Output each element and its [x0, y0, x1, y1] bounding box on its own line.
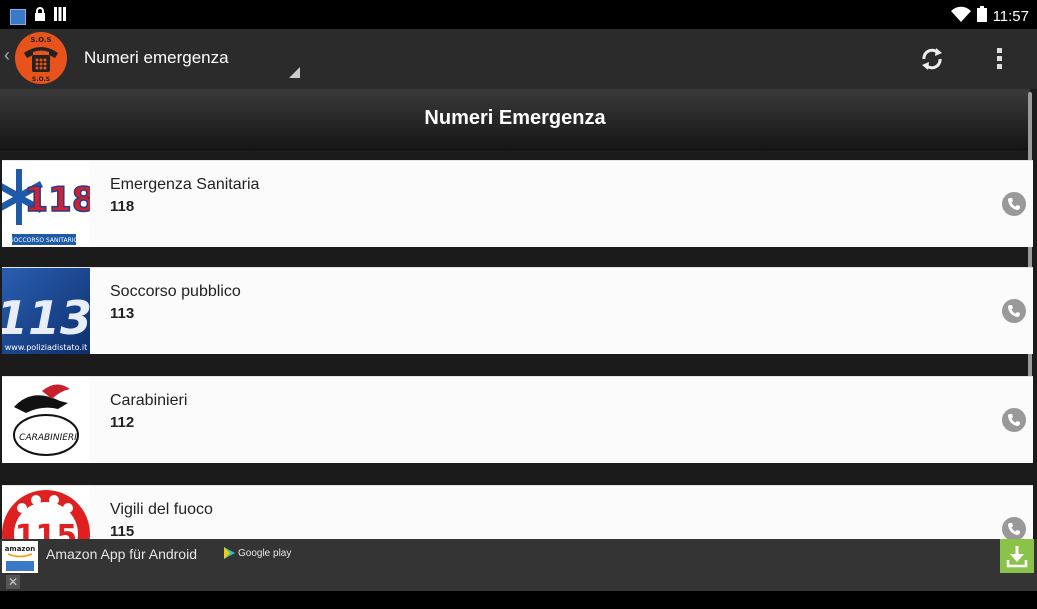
refresh-icon: [922, 48, 942, 70]
svg-text:113: 113: [2, 291, 90, 345]
spinner-dropdown-icon[interactable]: [289, 67, 300, 78]
emergency-list: 118 SOCCORSO SANITARIO Emergenza Sanitar…: [0, 149, 1033, 539]
list-item-112[interactable]: CARABINIERI Carabinieri 112: [2, 376, 1033, 463]
download-icon: [1006, 546, 1028, 568]
item-number: 115: [110, 523, 135, 539]
svg-text:118: 118: [25, 180, 90, 220]
svg-text:www.poliziadistato.it: www.poliziadistato.it: [5, 343, 87, 352]
lock-icon: [34, 7, 46, 26]
ad-banner[interactable]: amazon ✕ Amazon App für Android Google p…: [0, 539, 1037, 591]
item-name: Vigili del fuoco: [110, 501, 213, 518]
amazon-logo-icon: amazon: [2, 541, 38, 573]
action-bar: ‹ S.O.S S.O.S Numeri emergenza: [0, 29, 1037, 89]
logo-carabinieri-icon: CARABINIERI: [2, 377, 90, 463]
call-icon[interactable]: [1002, 517, 1026, 539]
wifi-icon: [950, 6, 971, 26]
list-item-115[interactable]: 115 Vigili del fuoco 115: [2, 485, 1033, 539]
item-name: Carabinieri: [110, 392, 188, 409]
item-number: 113: [110, 305, 135, 322]
google-play-label: Google play: [238, 547, 292, 559]
item-number: 112: [110, 414, 135, 431]
svg-text:115: 115: [15, 519, 78, 539]
list-item-118[interactable]: 118 SOCCORSO SANITARIO Emergenza Sanitar…: [2, 160, 1033, 247]
up-chevron-icon[interactable]: ‹: [4, 45, 10, 66]
app-notification-icon: [10, 8, 26, 25]
ad-text[interactable]: Amazon App für Android: [46, 546, 197, 562]
app-logo-sos-icon[interactable]: S.O.S S.O.S: [14, 31, 68, 85]
list-header: Numeri Emergenza: [0, 89, 1030, 150]
refresh-button[interactable]: [916, 43, 948, 75]
overflow-menu-button[interactable]: [990, 43, 1010, 75]
svg-text:S.O.S: S.O.S: [32, 76, 50, 83]
item-number: 118: [110, 198, 135, 215]
page-title: Numeri Emergenza: [424, 107, 606, 129]
svg-text:SOCCORSO SANITARIO: SOCCORSO SANITARIO: [10, 237, 79, 244]
ad-download-button[interactable]: [1000, 539, 1034, 573]
clock-time: 11:57: [992, 7, 1029, 25]
battery-icon: [976, 6, 987, 26]
status-bar: 11:57: [0, 0, 1037, 29]
ad-close-button[interactable]: ✕: [6, 575, 20, 589]
google-play-icon: [224, 547, 235, 559]
logo-118-icon: 118 SOCCORSO SANITARIO: [2, 161, 90, 247]
google-play-badge[interactable]: Google play: [222, 546, 291, 560]
navigation-spinner-title[interactable]: Numeri emergenza: [84, 48, 229, 68]
item-name: Emergenza Sanitaria: [110, 176, 260, 193]
more-vert-icon: [997, 48, 1002, 69]
storage-icon: [54, 7, 66, 26]
svg-text:CARABINIERI: CARABINIERI: [19, 433, 77, 443]
item-name: Soccorso pubblico: [110, 283, 241, 300]
call-icon[interactable]: [1002, 192, 1026, 216]
svg-text:S.O.S: S.O.S: [30, 36, 51, 44]
logo-115-icon: 115: [2, 486, 90, 539]
call-icon[interactable]: [1002, 299, 1026, 323]
call-icon[interactable]: [1002, 408, 1026, 432]
system-nav-bar: [0, 591, 1037, 609]
logo-113-icon: 113 www.poliziadistato.it: [2, 268, 90, 354]
list-item-113[interactable]: 113 www.poliziadistato.it Soccorso pubbl…: [2, 267, 1033, 354]
svg-text:amazon: amazon: [5, 545, 36, 553]
